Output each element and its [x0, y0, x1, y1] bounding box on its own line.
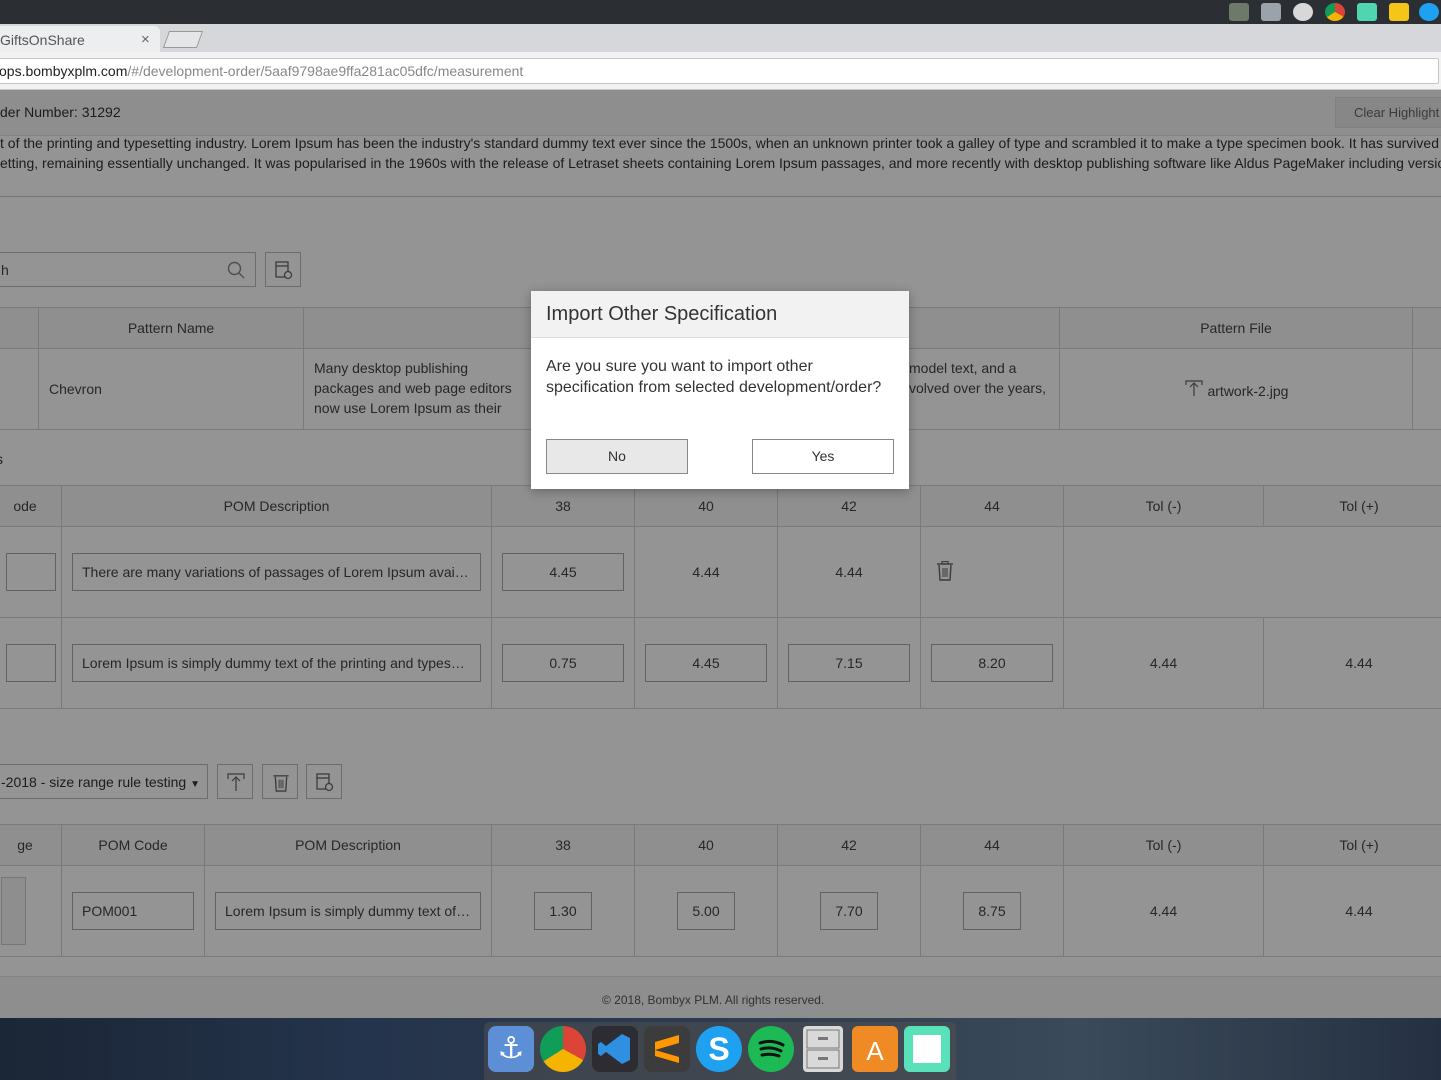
no-button[interactable]: No [546, 439, 688, 474]
sublime-icon[interactable] [644, 1026, 690, 1072]
url-path: /#/development-order/5aaf9798ae9ffa281ac… [127, 63, 524, 79]
new-tab-button[interactable] [162, 31, 204, 48]
monitor-icon[interactable] [1229, 3, 1249, 21]
notes-icon[interactable] [904, 1026, 950, 1072]
yes-button[interactable]: Yes [752, 439, 894, 474]
skype-icon[interactable]: S [696, 1026, 742, 1072]
chrome-icon[interactable] [1325, 3, 1345, 21]
import-spec-dialog: Import Other Specification Are you sure … [531, 291, 909, 489]
browser-tab-strip: GiftsOnShare × [0, 24, 1441, 52]
vscode-icon[interactable] [592, 1026, 638, 1072]
browser-tab[interactable]: GiftsOnShare × [0, 26, 160, 52]
chrome-icon[interactable] [540, 1026, 586, 1072]
spotify-icon[interactable] [748, 1026, 794, 1072]
url-host: ops.bombyxplm.com [0, 63, 128, 79]
modal-overlay[interactable] [0, 90, 1441, 1018]
drive-icon[interactable] [1261, 3, 1281, 21]
dialog-title: Import Other Specification [546, 303, 778, 325]
dialog-message: Are you sure you want to import other sp… [546, 358, 882, 396]
tab-title: GiftsOnShare [0, 32, 85, 48]
skype-icon[interactable] [1419, 3, 1439, 21]
url-text: ops.bombyxplm.com/#/development-order/5a… [0, 63, 523, 79]
list-icon[interactable] [1389, 3, 1409, 21]
anchor-icon[interactable]: ⚓ [488, 1026, 534, 1072]
file-cabinet-icon[interactable] [803, 1026, 843, 1072]
address-bar: ops.bombyxplm.com/#/development-order/5a… [0, 52, 1441, 90]
notes-icon[interactable] [1357, 3, 1377, 21]
network-icon[interactable] [1293, 3, 1313, 21]
url-input[interactable]: ops.bombyxplm.com/#/development-order/5a… [0, 58, 1439, 84]
dialog-header: Import Other Specification [531, 291, 909, 338]
close-icon[interactable]: × [141, 31, 150, 48]
app-store-icon[interactable]: A [852, 1026, 898, 1072]
os-top-bar [0, 0, 1441, 24]
